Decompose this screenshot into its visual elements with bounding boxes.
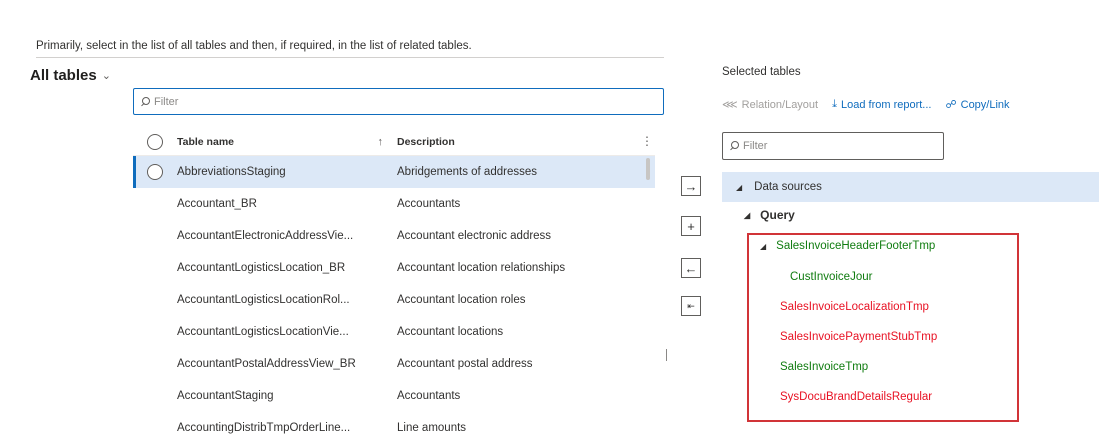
all-tables-dropdown[interactable]: All tables ⌄ (30, 67, 111, 84)
remove-table-button[interactable]: ← (681, 258, 701, 278)
add-table-button[interactable]: → (681, 176, 701, 196)
table-row[interactable]: AccountantPostalAddressView_BR Accountan… (133, 348, 655, 380)
selected-tables-toolbar: ⋘ Relation/Layout ⤓ Load from report... … (722, 98, 1010, 111)
relation-layout-label: Relation/Layout (741, 98, 819, 111)
arrow-left-icon: ← (684, 260, 698, 276)
relation-layout-button[interactable]: ⋘ Relation/Layout (722, 98, 819, 112)
arrow-right-icon: → (684, 178, 698, 194)
filter-placeholder: Filter (743, 140, 768, 152)
tree-node-localization[interactable]: SalesInvoiceLocalizationTmp (780, 301, 929, 313)
cell-description: Accountant location relationships (397, 262, 566, 274)
table-row[interactable]: AccountingDistribTmpOrderLine... Line am… (133, 412, 655, 444)
table-row[interactable]: AccountantLogisticsLocationRol... Accoun… (133, 284, 655, 316)
triangle-expanded-icon[interactable]: ◢ (744, 211, 750, 220)
triangle-expanded-icon[interactable]: ◢ (736, 183, 742, 192)
cell-description: Accountants (397, 390, 461, 402)
tree-node-label: Data sources (754, 181, 822, 193)
column-header-table-name[interactable]: Table name ↑ (177, 136, 397, 148)
cell-table-name: AccountantStaging (177, 390, 274, 402)
column-header-description[interactable]: Description (397, 136, 655, 148)
table-row[interactable]: AccountantLogisticsLocation_BR Accountan… (133, 252, 655, 284)
grid-header: Table name ↑ Description ⋮ (133, 128, 655, 156)
tree-node-sales-invoice-tmp[interactable]: SalesInvoiceTmp (780, 361, 868, 373)
sort-ascending-icon: ↑ (377, 135, 384, 148)
load-from-report-label: Load from report... (840, 98, 932, 111)
cell-description: Accountant postal address (397, 358, 533, 370)
tree-node-query[interactable]: ◢ Query (744, 208, 795, 222)
selected-tables-filter-input[interactable]: Filter (722, 132, 944, 160)
table-row[interactable]: AccountantStaging Accountants (133, 380, 655, 412)
cell-description: Accountant location roles (397, 294, 526, 306)
cell-table-name: AccountantElectronicAddressVie... (177, 230, 354, 242)
filter-placeholder: Filter (154, 95, 179, 108)
tree-node-label: SysDocuBrandDetailsRegular (780, 391, 933, 403)
cell-description: Abridgements of addresses (397, 166, 537, 178)
cell-table-name: AccountantLogisticsLocationRol... (177, 294, 350, 306)
table-row[interactable]: AccountantLogisticsLocationVie... Accoun… (133, 316, 655, 348)
cell-table-name: AbbreviationsStaging (177, 166, 286, 178)
tree-node-label: Query (760, 208, 795, 222)
cell-description: Accountant locations (397, 326, 504, 338)
grid-scrollbar-thumb[interactable] (646, 158, 650, 180)
all-tables-filter-input[interactable]: Filter (133, 88, 664, 115)
remove-all-icon: ⇤ (687, 300, 695, 311)
copy-link-label: Copy/Link (960, 98, 1010, 111)
download-icon: ⤓ (832, 98, 837, 110)
copy-link-button[interactable]: ☍ Copy/Link (945, 98, 1010, 112)
relation-icon: ⋘ (722, 99, 738, 111)
triangle-expanded-icon[interactable]: ◢ (760, 242, 766, 251)
instruction-text: Primarily, select in the list of all tab… (36, 40, 472, 52)
search-icon (140, 96, 150, 107)
select-all-radio[interactable] (147, 133, 163, 150)
cell-table-name: AccountantPostalAddressView_BR (177, 358, 356, 370)
load-from-report-button[interactable]: ⤓ Load from report... (832, 98, 931, 111)
tree-node-label: SalesInvoicePaymentStubTmp (780, 331, 938, 343)
tree-node-payment-stub[interactable]: SalesInvoicePaymentStubTmp (780, 331, 937, 343)
row-radio[interactable] (147, 164, 163, 180)
tree-node-header-footer[interactable]: ◢ SalesInvoiceHeaderFooterTmp (760, 240, 935, 252)
tree-node-label: SalesInvoiceLocalizationTmp (780, 301, 929, 313)
table-row[interactable]: AbbreviationsStaging Abridgements of add… (133, 156, 655, 188)
cell-description: Accountant electronic address (397, 230, 552, 242)
tree-node-data-sources[interactable]: ◢ Data sources (722, 172, 1099, 202)
tree-node-cust-invoice-jour[interactable]: CustInvoiceJour (790, 271, 872, 283)
pane-splitter[interactable] (666, 349, 667, 361)
tree-node-label: SalesInvoiceHeaderFooterTmp (776, 240, 936, 252)
tree-node-label: SalesInvoiceTmp (780, 361, 869, 373)
plus-icon: + (687, 218, 695, 234)
all-tables-grid: Table name ↑ Description ⋮ Abbreviations… (133, 128, 655, 446)
divider (36, 57, 664, 58)
cell-table-name: AccountantLogisticsLocationVie... (177, 326, 349, 338)
cell-table-name: Accountant_BR (177, 198, 257, 210)
cell-description: Accountants (397, 198, 461, 210)
search-icon (729, 141, 739, 151)
more-vertical-icon[interactable]: ⋮ (641, 134, 653, 148)
remove-all-button[interactable]: ⇤ (681, 296, 701, 316)
all-tables-title: All tables (30, 67, 97, 84)
cell-table-name: AccountingDistribTmpOrderLine... (177, 422, 351, 434)
add-related-button[interactable]: + (681, 216, 701, 236)
column-header-label: Table name (177, 135, 234, 148)
chevron-down-icon: ⌄ (101, 70, 111, 82)
tree-node-label: CustInvoiceJour (790, 271, 873, 283)
selected-tables-title: Selected tables (722, 66, 801, 78)
table-row[interactable]: AccountantElectronicAddressVie... Accoun… (133, 220, 655, 252)
link-icon: ☍ (945, 99, 957, 111)
cell-table-name: AccountantLogisticsLocation_BR (177, 262, 346, 274)
cell-description: Line amounts (397, 422, 467, 434)
tree-node-docu-brand[interactable]: SysDocuBrandDetailsRegular (780, 391, 932, 403)
table-row[interactable]: Accountant_BR Accountants (133, 188, 655, 220)
